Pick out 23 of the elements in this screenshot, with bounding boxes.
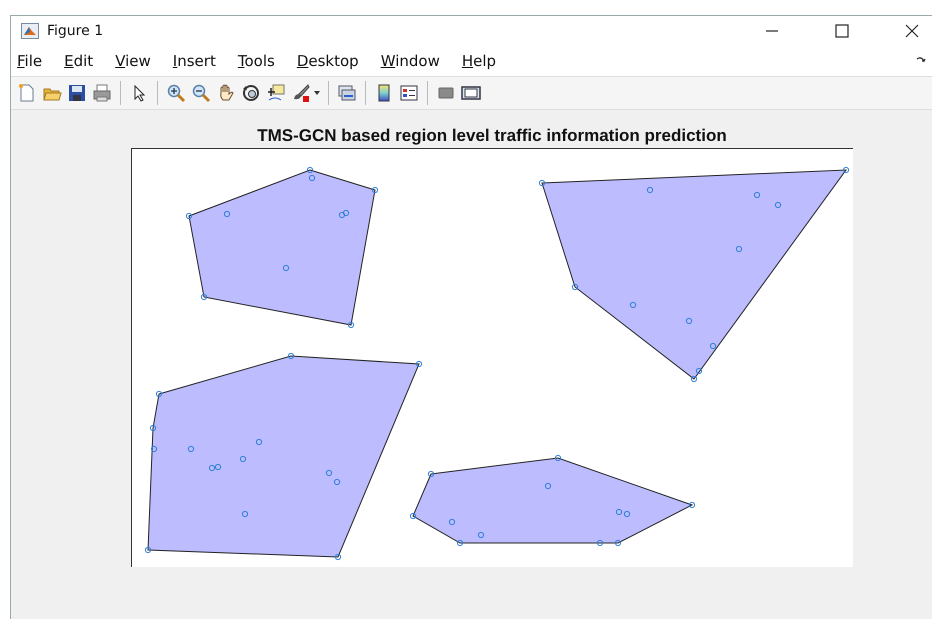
brush-icon[interactable] <box>291 83 311 103</box>
menu-item[interactable]: Window <box>380 52 440 70</box>
menu-item[interactable]: Edit <box>64 52 94 70</box>
save-icon[interactable] <box>67 83 87 103</box>
menu-item[interactable]: File <box>17 52 42 70</box>
menu-item[interactable]: View <box>115 52 151 70</box>
rotate-icon[interactable] <box>241 83 261 103</box>
menu-item[interactable]: Tools <box>238 52 275 70</box>
menu-item[interactable]: Help <box>462 52 496 70</box>
app-icon <box>21 23 39 39</box>
maximize-icon[interactable] <box>834 23 850 39</box>
close-icon[interactable] <box>904 23 920 39</box>
window-title: Figure 1 <box>47 23 104 39</box>
zoom-in-icon[interactable] <box>166 83 186 103</box>
print-icon[interactable] <box>92 83 112 103</box>
plot-title: TMS-GCN based region level traffic information prediction <box>256 125 728 147</box>
linked-plot-icon[interactable] <box>337 83 357 103</box>
zoom-out-icon[interactable] <box>191 83 211 103</box>
caret-icon[interactable] <box>314 91 320 95</box>
data-cursor-icon[interactable] <box>266 83 286 103</box>
menu-item[interactable]: Insert <box>172 52 216 70</box>
menu-item[interactable]: Desktop <box>296 52 359 70</box>
legend-icon[interactable] <box>399 83 419 103</box>
